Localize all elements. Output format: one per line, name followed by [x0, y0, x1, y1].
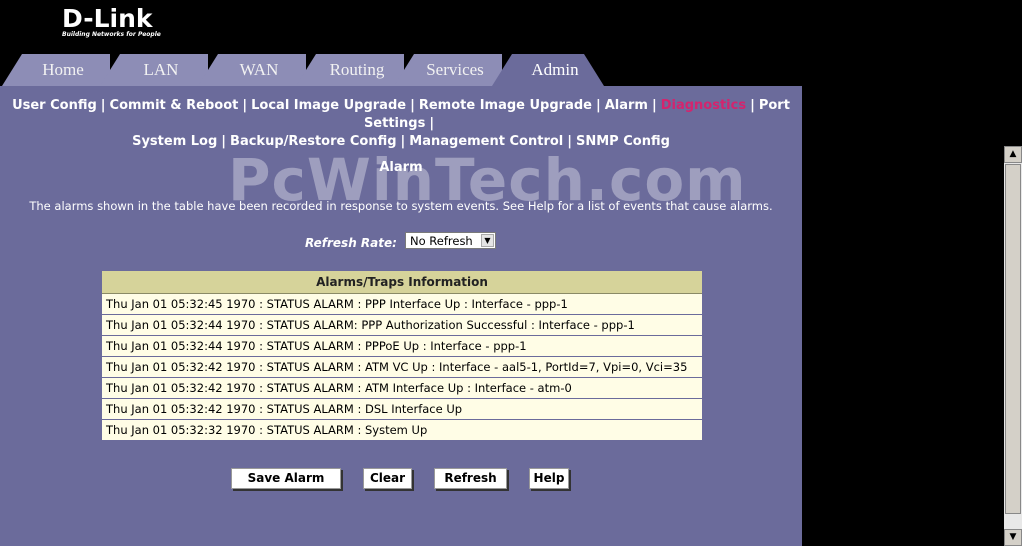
subnav-diagnostics[interactable]: Diagnostics	[661, 98, 746, 113]
scroll-down-icon[interactable]: ▼	[1004, 529, 1022, 546]
table-row: Thu Jan 01 05:32:32 1970 : STATUS ALARM …	[102, 419, 702, 440]
tab-home[interactable]: Home	[2, 54, 110, 86]
page-title: Alarm	[379, 160, 423, 175]
alarm-table: Alarms/Traps Information Thu Jan 01 05:3…	[102, 271, 702, 440]
alarm-entry: Thu Jan 01 05:32:45 1970 : STATUS ALARM …	[102, 293, 702, 315]
tab-admin[interactable]: Admin	[492, 54, 604, 86]
page-description: The alarms shown in the table have been …	[29, 199, 773, 213]
chevron-down-icon[interactable]: ▼	[481, 234, 494, 247]
tab-services[interactable]: Services	[394, 54, 502, 86]
alarm-entry: Thu Jan 01 05:32:44 1970 : STATUS ALARM:…	[102, 314, 702, 336]
tab-wan[interactable]: WAN	[198, 54, 306, 86]
subnav-system-log[interactable]: System Log	[132, 134, 217, 149]
main-tabs: Home LAN WAN Routing Services Admin	[0, 52, 802, 86]
subnav-remote-image-upgrade[interactable]: Remote Image Upgrade	[419, 98, 592, 113]
dlink-logo: D-Link Building Networks for People	[62, 6, 161, 38]
scrollbar-thumb[interactable]	[1005, 164, 1021, 514]
alarm-entry: Thu Jan 01 05:32:42 1970 : STATUS ALARM …	[102, 356, 702, 378]
subnav-local-image-upgrade[interactable]: Local Image Upgrade	[251, 98, 406, 113]
admin-subnav: User Config | Commit & Reboot | Local Image …	[12, 98, 790, 149]
table-row: Thu Jan 01 05:32:42 1970 : STATUS ALARM …	[102, 398, 702, 420]
alarm-entry: Thu Jan 01 05:32:42 1970 : STATUS ALARM …	[102, 377, 702, 399]
refresh-button[interactable]: Refresh	[434, 468, 507, 489]
logo-brand: D-Link	[62, 4, 153, 33]
tab-routing[interactable]: Routing	[296, 54, 404, 86]
subnav-backup-restore[interactable]: Backup/Restore Config	[230, 134, 396, 149]
subnav-management-control[interactable]: Management Control	[409, 134, 563, 149]
vertical-scrollbar[interactable]: ▲ ▼	[1004, 146, 1022, 546]
refresh-rate-value: No Refresh	[410, 234, 473, 248]
content-panel: User Config | Commit & Reboot | Local Image …	[0, 86, 802, 546]
scroll-up-icon[interactable]: ▲	[1004, 146, 1022, 163]
tab-lan[interactable]: LAN	[100, 54, 208, 86]
save-alarm-button[interactable]: Save Alarm	[231, 468, 341, 489]
subnav-snmp-config[interactable]: SNMP Config	[576, 134, 670, 149]
table-row: Thu Jan 01 05:32:42 1970 : STATUS ALARM …	[102, 356, 702, 378]
table-row: Thu Jan 01 05:32:44 1970 : STATUS ALARM:…	[102, 314, 702, 336]
alarm-entry: Thu Jan 01 05:32:44 1970 : STATUS ALARM …	[102, 335, 702, 357]
table-row: Thu Jan 01 05:32:45 1970 : STATUS ALARM …	[102, 293, 702, 315]
table-row: Thu Jan 01 05:32:44 1970 : STATUS ALARM …	[102, 335, 702, 357]
refresh-rate-label: Refresh Rate:	[305, 236, 397, 250]
subnav-alarm[interactable]: Alarm	[605, 98, 648, 113]
alarm-entry: Thu Jan 01 05:32:42 1970 : STATUS ALARM …	[102, 398, 702, 420]
alarm-entry: Thu Jan 01 05:32:32 1970 : STATUS ALARM …	[102, 419, 702, 440]
logo-tagline: Building Networks for People	[62, 31, 161, 38]
clear-button[interactable]: Clear	[363, 468, 412, 489]
subnav-commit-reboot[interactable]: Commit & Reboot	[110, 98, 239, 113]
table-row: Thu Jan 01 05:32:42 1970 : STATUS ALARM …	[102, 377, 702, 399]
subnav-user-config[interactable]: User Config	[12, 98, 97, 113]
help-button[interactable]: Help	[529, 468, 569, 489]
table-header: Alarms/Traps Information	[102, 271, 702, 294]
refresh-rate-select[interactable]: No Refresh ▼	[405, 232, 496, 249]
